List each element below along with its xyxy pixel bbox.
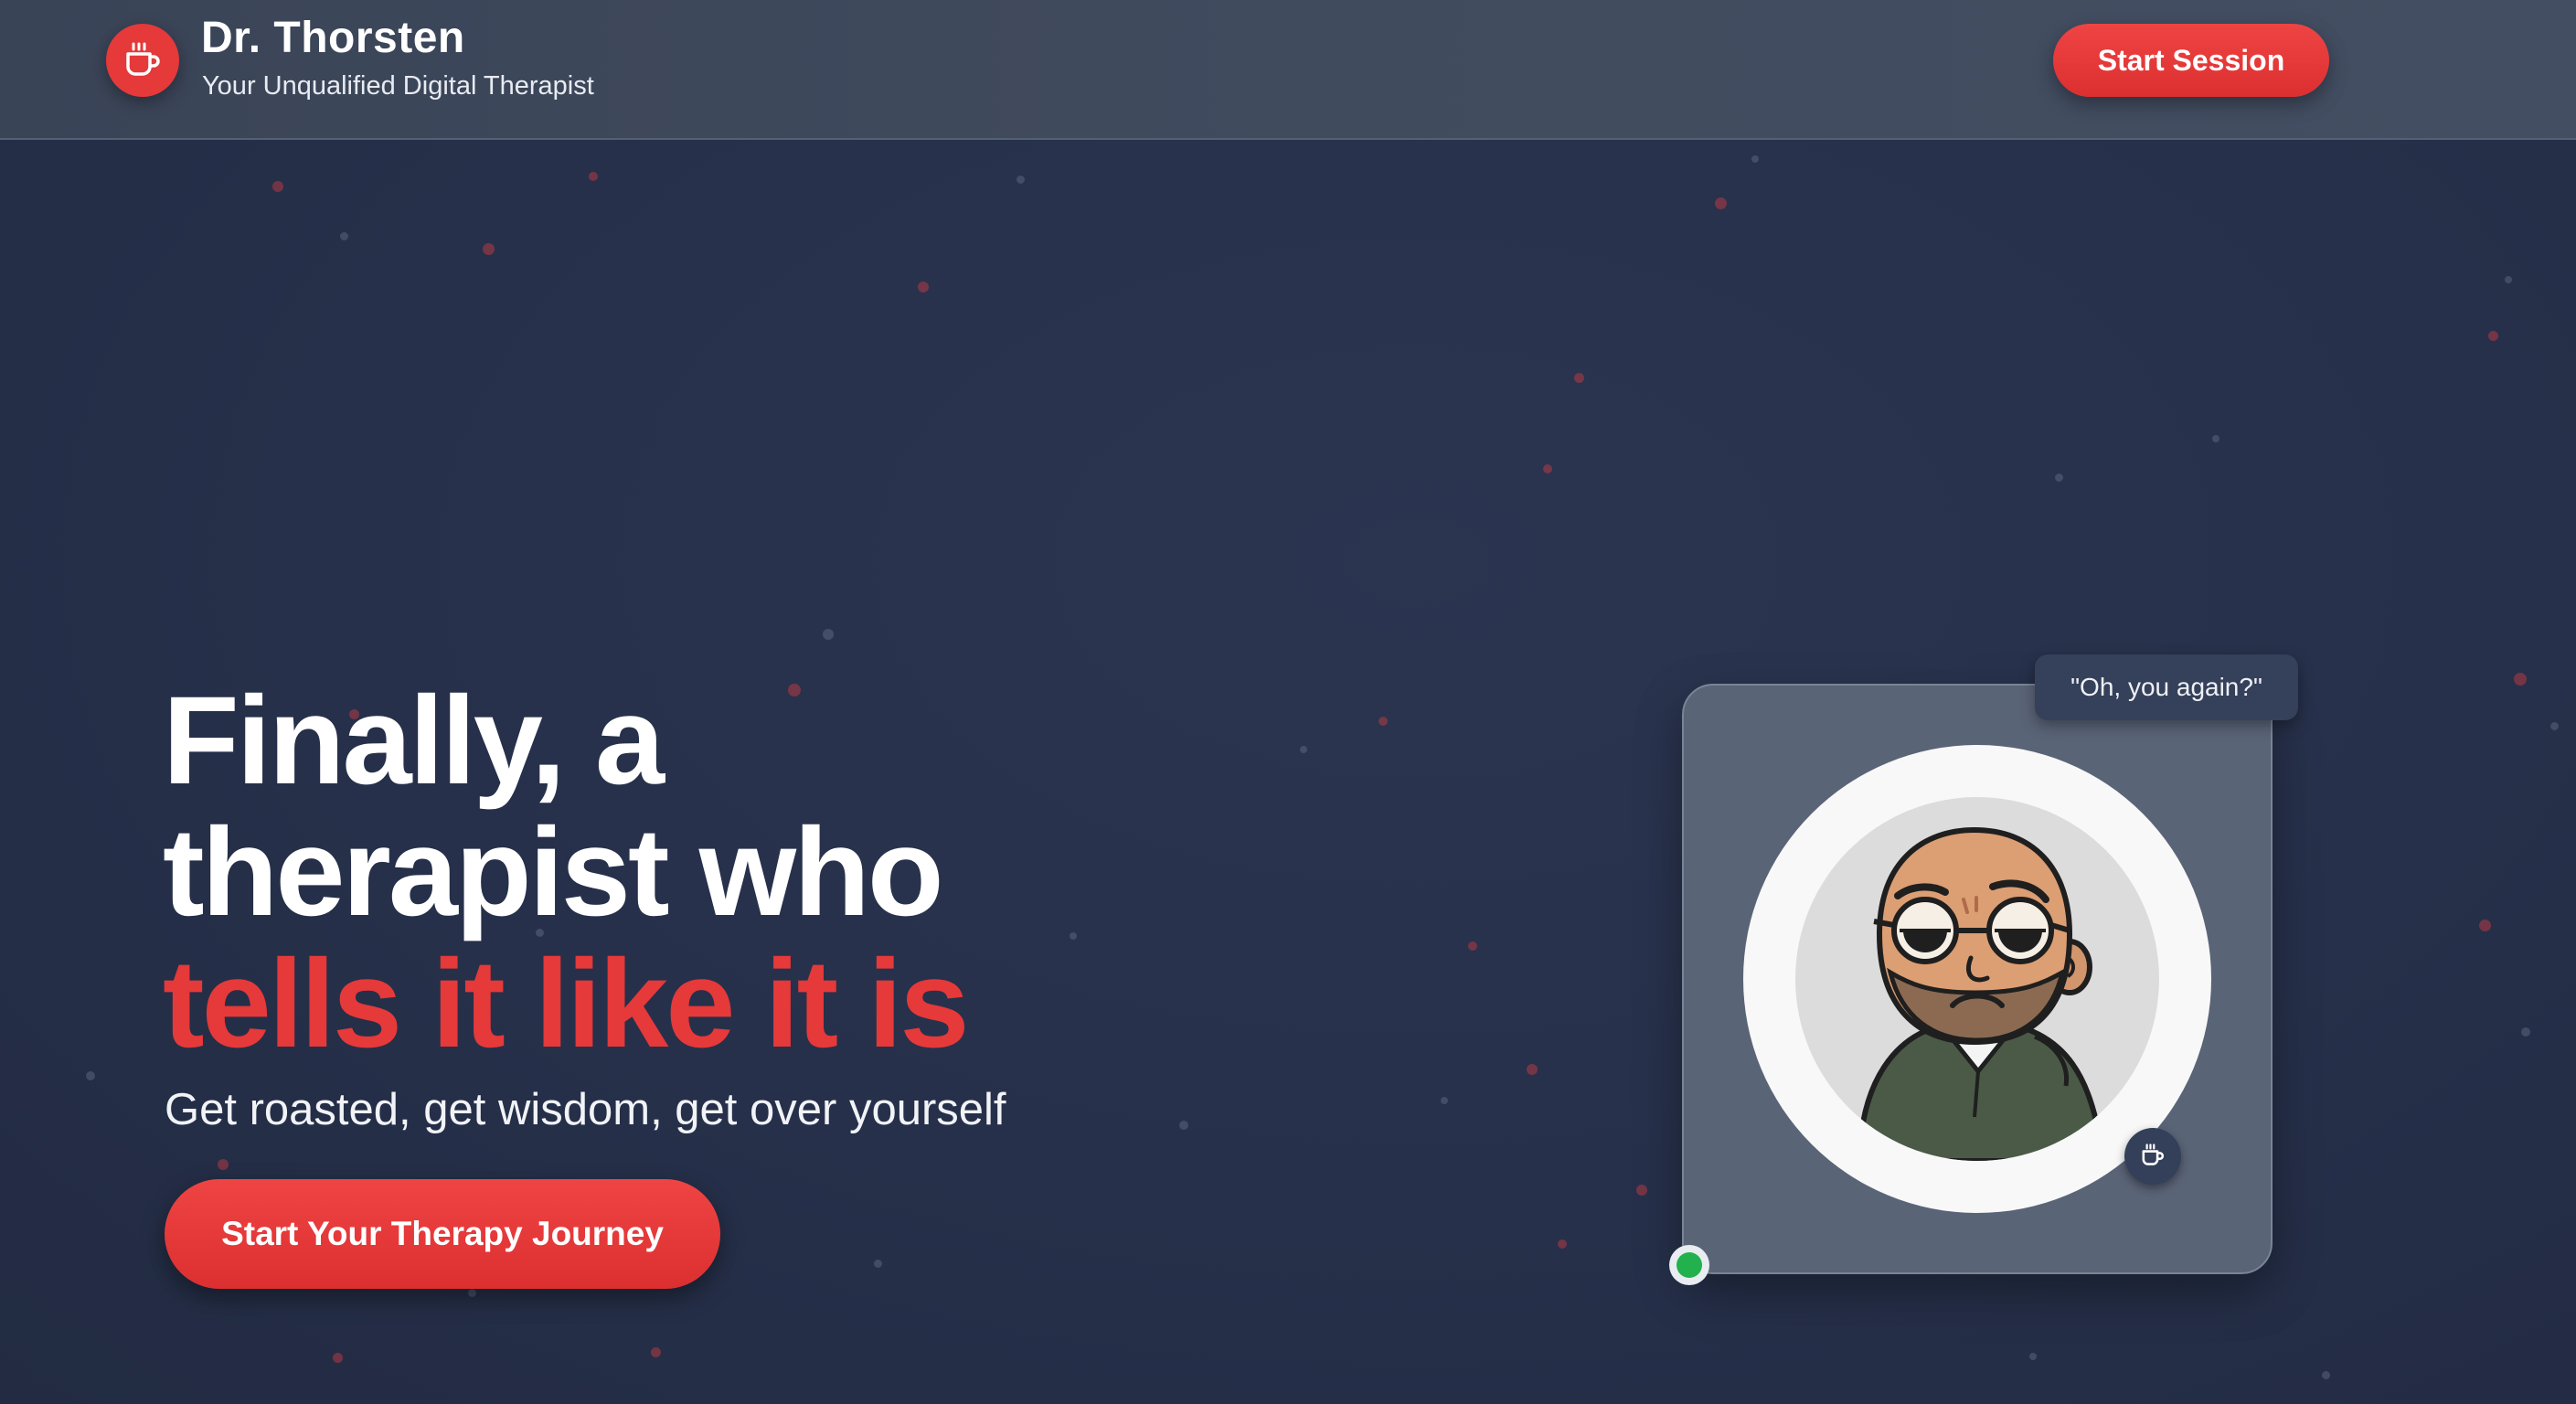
therapist-card: [1682, 684, 2273, 1274]
hero-headline-line-1: Finally, a: [163, 671, 665, 811]
hero-subtitle: Get roasted, get wisdom, get over yourse…: [165, 1085, 1006, 1134]
online-status-indicator: [1669, 1245, 1709, 1285]
status-dot-icon: [1677, 1252, 1702, 1278]
hero-headline-highlight: tells it like it is: [163, 934, 970, 1074]
coffee-cup-icon: [2142, 1143, 2165, 1165]
logo[interactable]: [106, 24, 179, 97]
brand-name: Dr. Thorsten: [201, 14, 465, 62]
start-session-button[interactable]: Start Session: [2053, 24, 2329, 97]
start-therapy-journey-button[interactable]: Start Your Therapy Journey: [165, 1179, 720, 1289]
site-header: Dr. Thorsten Your Unqualified Digital Th…: [0, 0, 2576, 140]
brand-tagline: Your Unqualified Digital Therapist: [202, 71, 594, 101]
speech-bubble: "Oh, you again?": [2035, 654, 2298, 720]
avatar: [1795, 797, 2159, 1161]
hero-headline-line-2: therapist who: [163, 803, 944, 942]
cartoon-therapist-avatar: [1856, 826, 2106, 1161]
coffee-badge: [2124, 1128, 2181, 1185]
coffee-cup-icon: [126, 42, 160, 76]
landing-page: Dr. Thorsten Your Unqualified Digital Th…: [0, 0, 2576, 1404]
